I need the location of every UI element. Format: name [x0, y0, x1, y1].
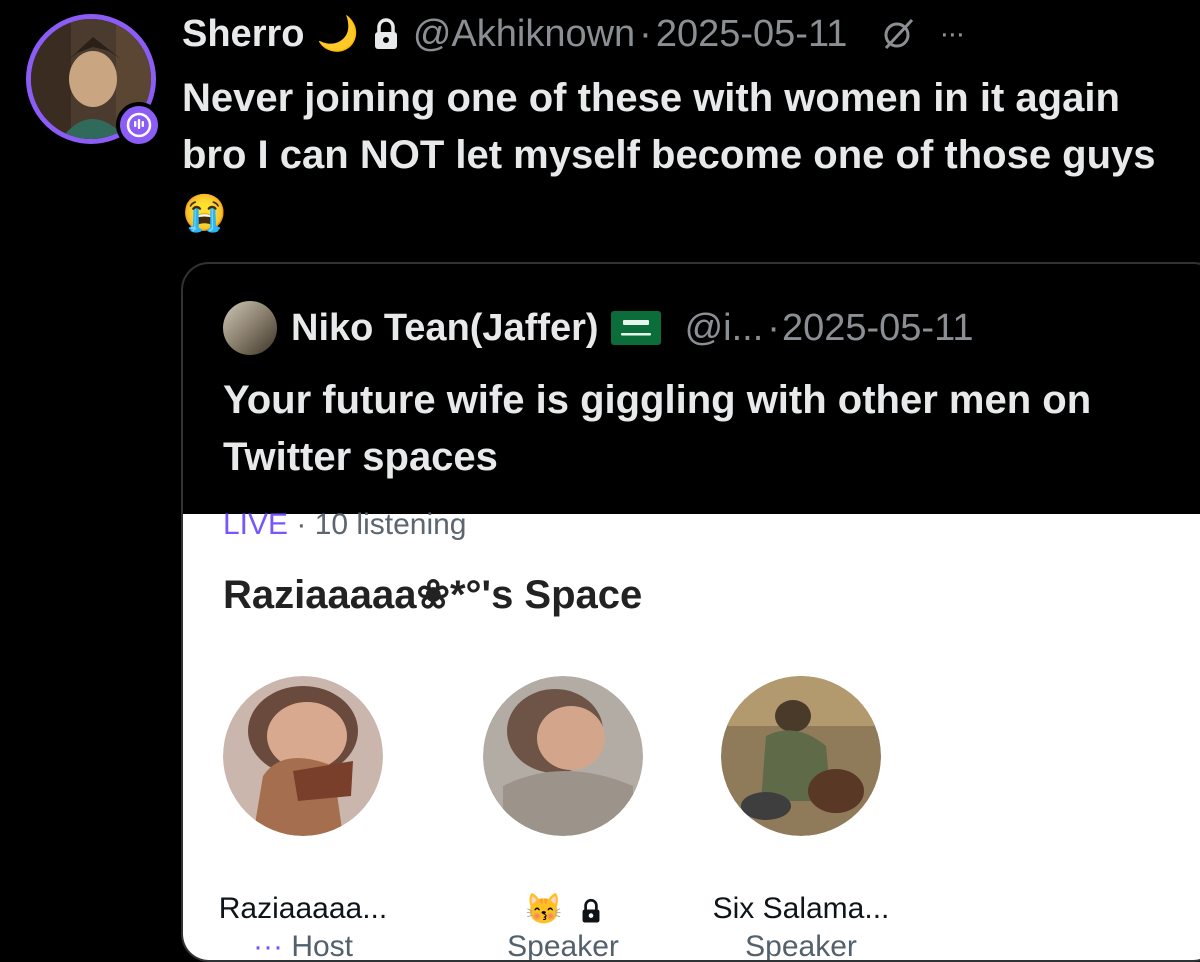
tweet-body: Never joining one of these with women in… — [182, 76, 1156, 177]
grok-icon[interactable] — [881, 17, 915, 51]
participant-role: ··· Host — [183, 930, 423, 962]
space-status: LIVE · 10 listening — [223, 508, 467, 542]
participant-name: 😽 — [443, 892, 683, 927]
more-options-icon[interactable]: ··· — [939, 17, 965, 51]
saudi-flag-icon — [610, 311, 661, 345]
spaces-badge-icon — [116, 102, 162, 148]
participant-name: Raziaaaaa... — [218, 892, 388, 925]
participant-emoji: 😽 — [525, 893, 563, 926]
quote-date[interactable]: 2025-05-11 — [782, 307, 974, 350]
host-role-label: Host — [291, 930, 353, 962]
quoted-tweet-card[interactable]: Niko Tean(Jaffer) @i... · 2025-05-11 You… — [181, 262, 1200, 962]
quote-header: Niko Tean(Jaffer) @i... · 2025-05-11 — [223, 300, 974, 356]
author-name[interactable]: Sherro — [182, 13, 304, 56]
crying-emoji: 😭 — [182, 192, 227, 233]
listening-count: · 10 listening — [296, 508, 467, 541]
quote-author-name[interactable]: Niko Tean(Jaffer) — [291, 307, 599, 350]
author-handle[interactable]: @Akhiknown — [413, 13, 635, 56]
tweet-date[interactable]: 2025-05-11 — [656, 13, 848, 56]
space-screenshot[interactable]: LIVE · 10 listening Raziaaaaa❀*°'s Space… — [183, 508, 1200, 962]
participant-avatar[interactable] — [721, 676, 881, 836]
tweet-header: Sherro 🌙 @Akhiknown · 2025-05-11 ··· — [182, 10, 965, 58]
participant-avatar[interactable] — [483, 676, 643, 836]
quote-author-avatar[interactable] — [223, 301, 277, 355]
participant-role: Speaker — [507, 930, 619, 962]
lock-icon — [581, 898, 601, 924]
tweet-text: Never joining one of these with women in… — [182, 70, 1182, 241]
participant-role: Speaker — [745, 930, 857, 962]
moon-emoji: 🌙 — [316, 15, 359, 53]
participant-avatar[interactable] — [223, 676, 383, 836]
quote-author-handle[interactable]: @i... — [685, 307, 764, 350]
participant-name: Six Salama... — [712, 892, 890, 925]
host-dots-icon: ··· — [252, 930, 283, 962]
lock-icon — [373, 18, 399, 50]
space-title: Raziaaaaa❀*°'s Space — [223, 573, 643, 617]
header-separator: · — [639, 12, 652, 55]
quote-text: Your future wife is giggling with other … — [223, 378, 1092, 479]
quote-separator: · — [767, 306, 780, 349]
live-label: LIVE — [223, 508, 289, 541]
